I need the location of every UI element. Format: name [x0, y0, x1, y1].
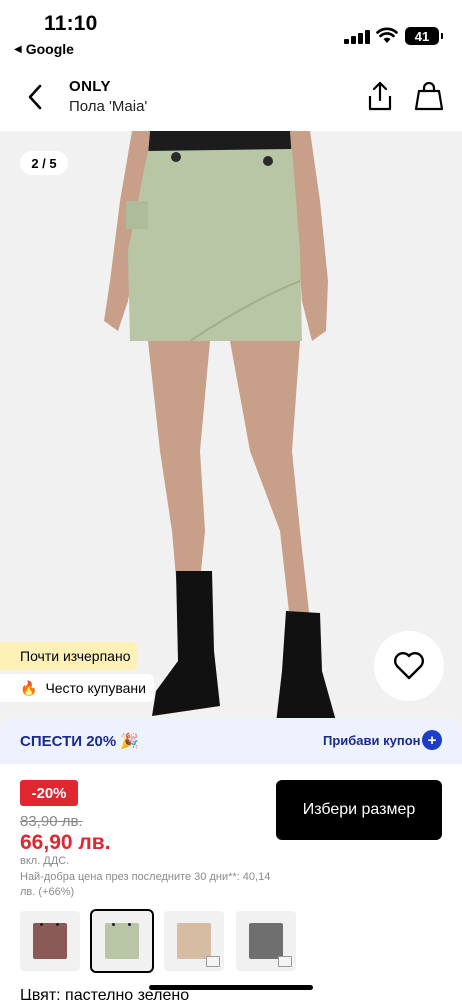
button-dot	[40, 923, 43, 926]
old-price: 83,90 лв.	[20, 813, 83, 830]
add-coupon-link[interactable]: Прибави купон	[323, 733, 421, 748]
product-image-gallery[interactable]: 2 / 5 Почти изчерпано 🔥 Често купувани	[0, 131, 462, 729]
product-title: Пола 'Maia'	[69, 98, 148, 115]
variant-swatch-beige[interactable]	[164, 911, 224, 971]
brand-name[interactable]: ONLY	[69, 78, 111, 95]
variant-swatch-pastel-green[interactable]	[90, 909, 154, 973]
status-time: 11:10	[44, 12, 98, 35]
button-dot	[128, 923, 131, 926]
home-indicator	[149, 985, 313, 990]
button-dot	[56, 923, 59, 926]
color-variants	[20, 909, 296, 973]
wifi-icon	[376, 27, 398, 43]
wishlist-button[interactable]	[374, 631, 444, 701]
plus-icon[interactable]: +	[422, 730, 442, 750]
low-stock-badge: Почти изчерпано	[0, 642, 139, 670]
image-placeholder-icon	[206, 956, 220, 967]
image-placeholder-icon	[278, 956, 292, 967]
variant-thumbnail	[33, 923, 67, 959]
fire-icon: 🔥	[20, 679, 38, 696]
back-triangle-icon: ◀	[14, 43, 22, 55]
popular-label: Често купувани	[45, 680, 146, 696]
product-header: ONLY Пола 'Maia'	[0, 64, 462, 130]
cellular-signal-icon	[344, 30, 370, 44]
variant-thumbnail	[177, 923, 211, 959]
popular-badge: 🔥 Често купувани	[0, 674, 154, 702]
sale-price: 66,90 лв.	[20, 831, 111, 854]
chevron-left-icon	[28, 84, 42, 110]
variant-thumbnail	[105, 923, 139, 959]
image-counter: 2 / 5	[20, 151, 68, 175]
coupon-savings-text: СПЕСТИ 20% 🎉	[20, 733, 140, 750]
select-size-button[interactable]: Избери размер	[276, 780, 442, 840]
back-to-app-link[interactable]: ◀ Google	[14, 41, 74, 57]
heart-icon	[394, 652, 424, 680]
purchase-panel: СПЕСТИ 20% 🎉 Прибави купон + -20% 83,90 …	[0, 718, 462, 1000]
variant-thumbnail	[249, 923, 283, 959]
coupon-banner[interactable]: СПЕСТИ 20% 🎉 Прибави купон +	[0, 718, 462, 764]
back-button[interactable]	[20, 80, 50, 114]
vat-note: вкл. ДДС.	[20, 855, 70, 867]
shopping-bag-icon[interactable]	[414, 80, 444, 112]
back-app-label: Google	[25, 41, 74, 57]
share-icon[interactable]	[366, 80, 394, 112]
button-dot	[112, 923, 115, 926]
variant-swatch-grey[interactable]	[236, 911, 296, 971]
best-price-note: Най-добра цена през последните 30 дни**:…	[20, 871, 271, 898]
variant-swatch-brown[interactable]	[20, 911, 80, 971]
discount-badge: -20%	[20, 780, 78, 806]
status-bar: 11:10 ◀ Google 41	[0, 0, 462, 64]
battery-indicator: 41	[405, 27, 443, 45]
